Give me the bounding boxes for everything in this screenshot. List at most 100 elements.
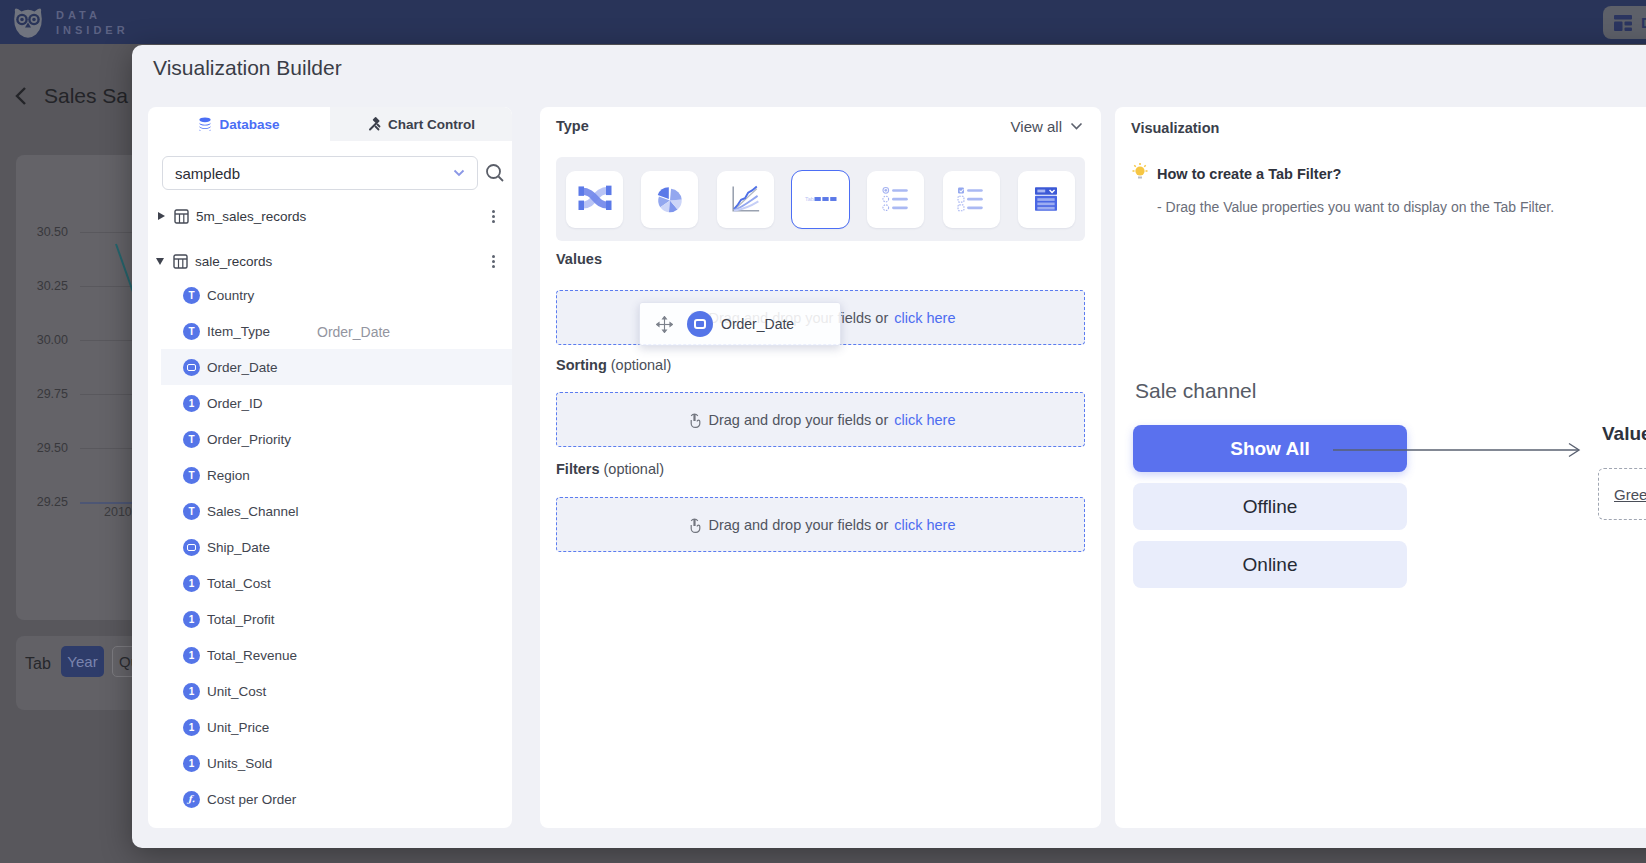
brand-line1: DATA (56, 9, 101, 21)
number-field-icon: 1 (183, 683, 200, 700)
tip-body: - Drag the Value properties you want to … (1157, 199, 1554, 215)
field-row-Order_ID[interactable]: 1Order_ID (148, 385, 512, 421)
field-row-Sales_Channel[interactable]: TSales_Channel (148, 493, 512, 529)
field-label: Order_Priority (207, 432, 291, 447)
field-row-Ship_Date[interactable]: Ship_Date (148, 529, 512, 565)
tab-chart-control-label: Chart Control (388, 117, 475, 132)
field-row-Region[interactable]: TRegion (148, 457, 512, 493)
tab-filter-icon: Tab (798, 177, 842, 221)
visualization-builder-modal: Visualization Builder Database Chart Con… (132, 45, 1646, 848)
tab-database[interactable]: Database (148, 107, 330, 141)
dropdown-filter-icon (1024, 177, 1068, 221)
chart-type-pie-chart[interactable] (641, 171, 698, 228)
text-field-icon: T (183, 323, 200, 340)
page-title: Sales Sa (44, 84, 128, 108)
chart-type-checkbox-filter[interactable] (943, 171, 1000, 228)
drag-source-label: Order_Date (317, 324, 390, 340)
svg-text:Tab: Tab (806, 196, 815, 202)
field-label: Item_Type (207, 324, 270, 339)
back-arrow-icon[interactable] (14, 86, 28, 106)
function-field-icon: ƒ. (183, 791, 200, 808)
text-field-icon: T (183, 431, 200, 448)
field-row-Cost_per_Order[interactable]: ƒ. Cost per Order (148, 781, 512, 817)
chart-type-sankey-chart[interactable] (566, 171, 623, 228)
table-name: 5m_sales_records (196, 209, 490, 224)
date-field-icon (183, 539, 200, 556)
filters-dropzone[interactable]: Drag and drop your fields or click here (556, 497, 1085, 552)
number-field-icon: 1 (183, 647, 200, 664)
table-icon (173, 254, 188, 269)
kebab-menu-icon[interactable] (490, 253, 497, 270)
view-all-label: View all (1011, 118, 1062, 135)
field-label: Ship_Date (207, 540, 270, 555)
field-row-Order_Date[interactable]: Order_Date (161, 349, 512, 385)
field-row-Unit_Cost[interactable]: 1 Unit_Cost (148, 673, 512, 709)
text-field-icon: T (183, 467, 200, 484)
brand-line2: INSIDER (56, 24, 129, 36)
caret-right-icon[interactable] (158, 212, 165, 220)
field-label: Cost per Order (207, 792, 296, 807)
chart-type-radio-filter[interactable] (867, 171, 924, 228)
move-icon (656, 316, 673, 333)
chart-type-strip: Tab (556, 157, 1085, 241)
field-row-Units_Sold[interactable]: 1Units_Sold (148, 745, 512, 781)
field-row-Order_Priority[interactable]: T Order_Priority (148, 421, 512, 457)
tab-chart-control[interactable]: Chart Control (330, 107, 512, 141)
field-row-Unit_Price[interactable]: 1Unit_Price (148, 709, 512, 745)
caret-down-icon[interactable] (156, 258, 164, 265)
field-row-Total_Profit[interactable]: 1Total_Profit (148, 601, 512, 637)
date-field-icon (687, 311, 713, 337)
annotation-arrow (1333, 440, 1593, 460)
tools-icon (367, 117, 381, 131)
dropzone-click-here-link[interactable]: click here (894, 412, 955, 428)
year-button[interactable]: Year (61, 646, 104, 677)
chart-x-tick: 2010 (104, 505, 132, 519)
field-row-Total_Cost[interactable]: 1Total_Cost (148, 565, 512, 601)
chart-type-dropdown-filter[interactable] (1018, 171, 1075, 228)
field-label: Order_Date (207, 360, 278, 375)
values-section-label: Values (556, 251, 602, 267)
table-row-5m_sales_records[interactable]: 5m_sales_records (148, 198, 512, 234)
table-name: sale_records (195, 254, 490, 269)
modal-title: Visualization Builder (153, 56, 342, 80)
chart-type-tab-filter[interactable]: Tab (792, 171, 849, 228)
table-row-sale_records[interactable]: sale_records (148, 243, 512, 279)
owl-logo-icon (8, 5, 48, 41)
field-label: Country (207, 288, 254, 303)
number-field-icon: 1 (183, 719, 200, 736)
field-row-Country[interactable]: TCountry (148, 277, 512, 313)
tab-database-label: Database (219, 117, 279, 132)
field-label: Total_Revenue (207, 648, 297, 663)
pie-chart-icon (648, 177, 692, 221)
type-section-label: Type (556, 118, 589, 134)
sorting-dropzone[interactable]: Drag and drop your fields or click here (556, 392, 1085, 447)
field-label: Unit_Cost (207, 684, 266, 699)
checkbox-filter-icon (949, 177, 993, 221)
number-field-icon: 1 (183, 755, 200, 772)
chart-config-panel: Type View all Tab Values Drag and drop yo… (540, 107, 1101, 828)
database-select-value: sampledb (175, 165, 453, 182)
filter-option-online[interactable]: Online (1133, 541, 1407, 588)
field-row-Total_Revenue[interactable]: 1 Total_Revenue (148, 637, 512, 673)
tab-label: Tab (25, 655, 51, 673)
database-icon (198, 117, 212, 131)
drag-ghost-card[interactable]: Order_Date (639, 302, 841, 346)
field-label: Order_ID (207, 396, 263, 411)
dropzone-click-here-link[interactable]: click here (894, 517, 955, 533)
tip-title: How to create a Tab Filter? (1157, 166, 1341, 182)
filter-option-offline[interactable]: Offline (1133, 483, 1407, 530)
values-annotation-label: Values (1602, 423, 1646, 445)
database-select[interactable]: sampledb (162, 156, 478, 190)
sorting-section-label: Sorting (optional) (556, 357, 671, 373)
dropzone-text: Drag and drop your fields or (709, 517, 889, 533)
dropzone-click-here-link[interactable]: click here (894, 310, 955, 326)
group-annotation-label: Green (1614, 486, 1646, 503)
chevron-down-icon (1070, 122, 1083, 131)
chart-type-line-chart[interactable] (717, 171, 774, 228)
dropzone-text: Drag and drop your fields or (709, 412, 889, 428)
dashboard-button[interactable]: Dashboard (1603, 6, 1646, 39)
kebab-menu-icon[interactable] (490, 208, 497, 225)
search-icon[interactable] (484, 162, 506, 184)
view-all-dropdown[interactable]: View all (1011, 118, 1083, 135)
visualization-header: Visualization (1131, 120, 1219, 136)
